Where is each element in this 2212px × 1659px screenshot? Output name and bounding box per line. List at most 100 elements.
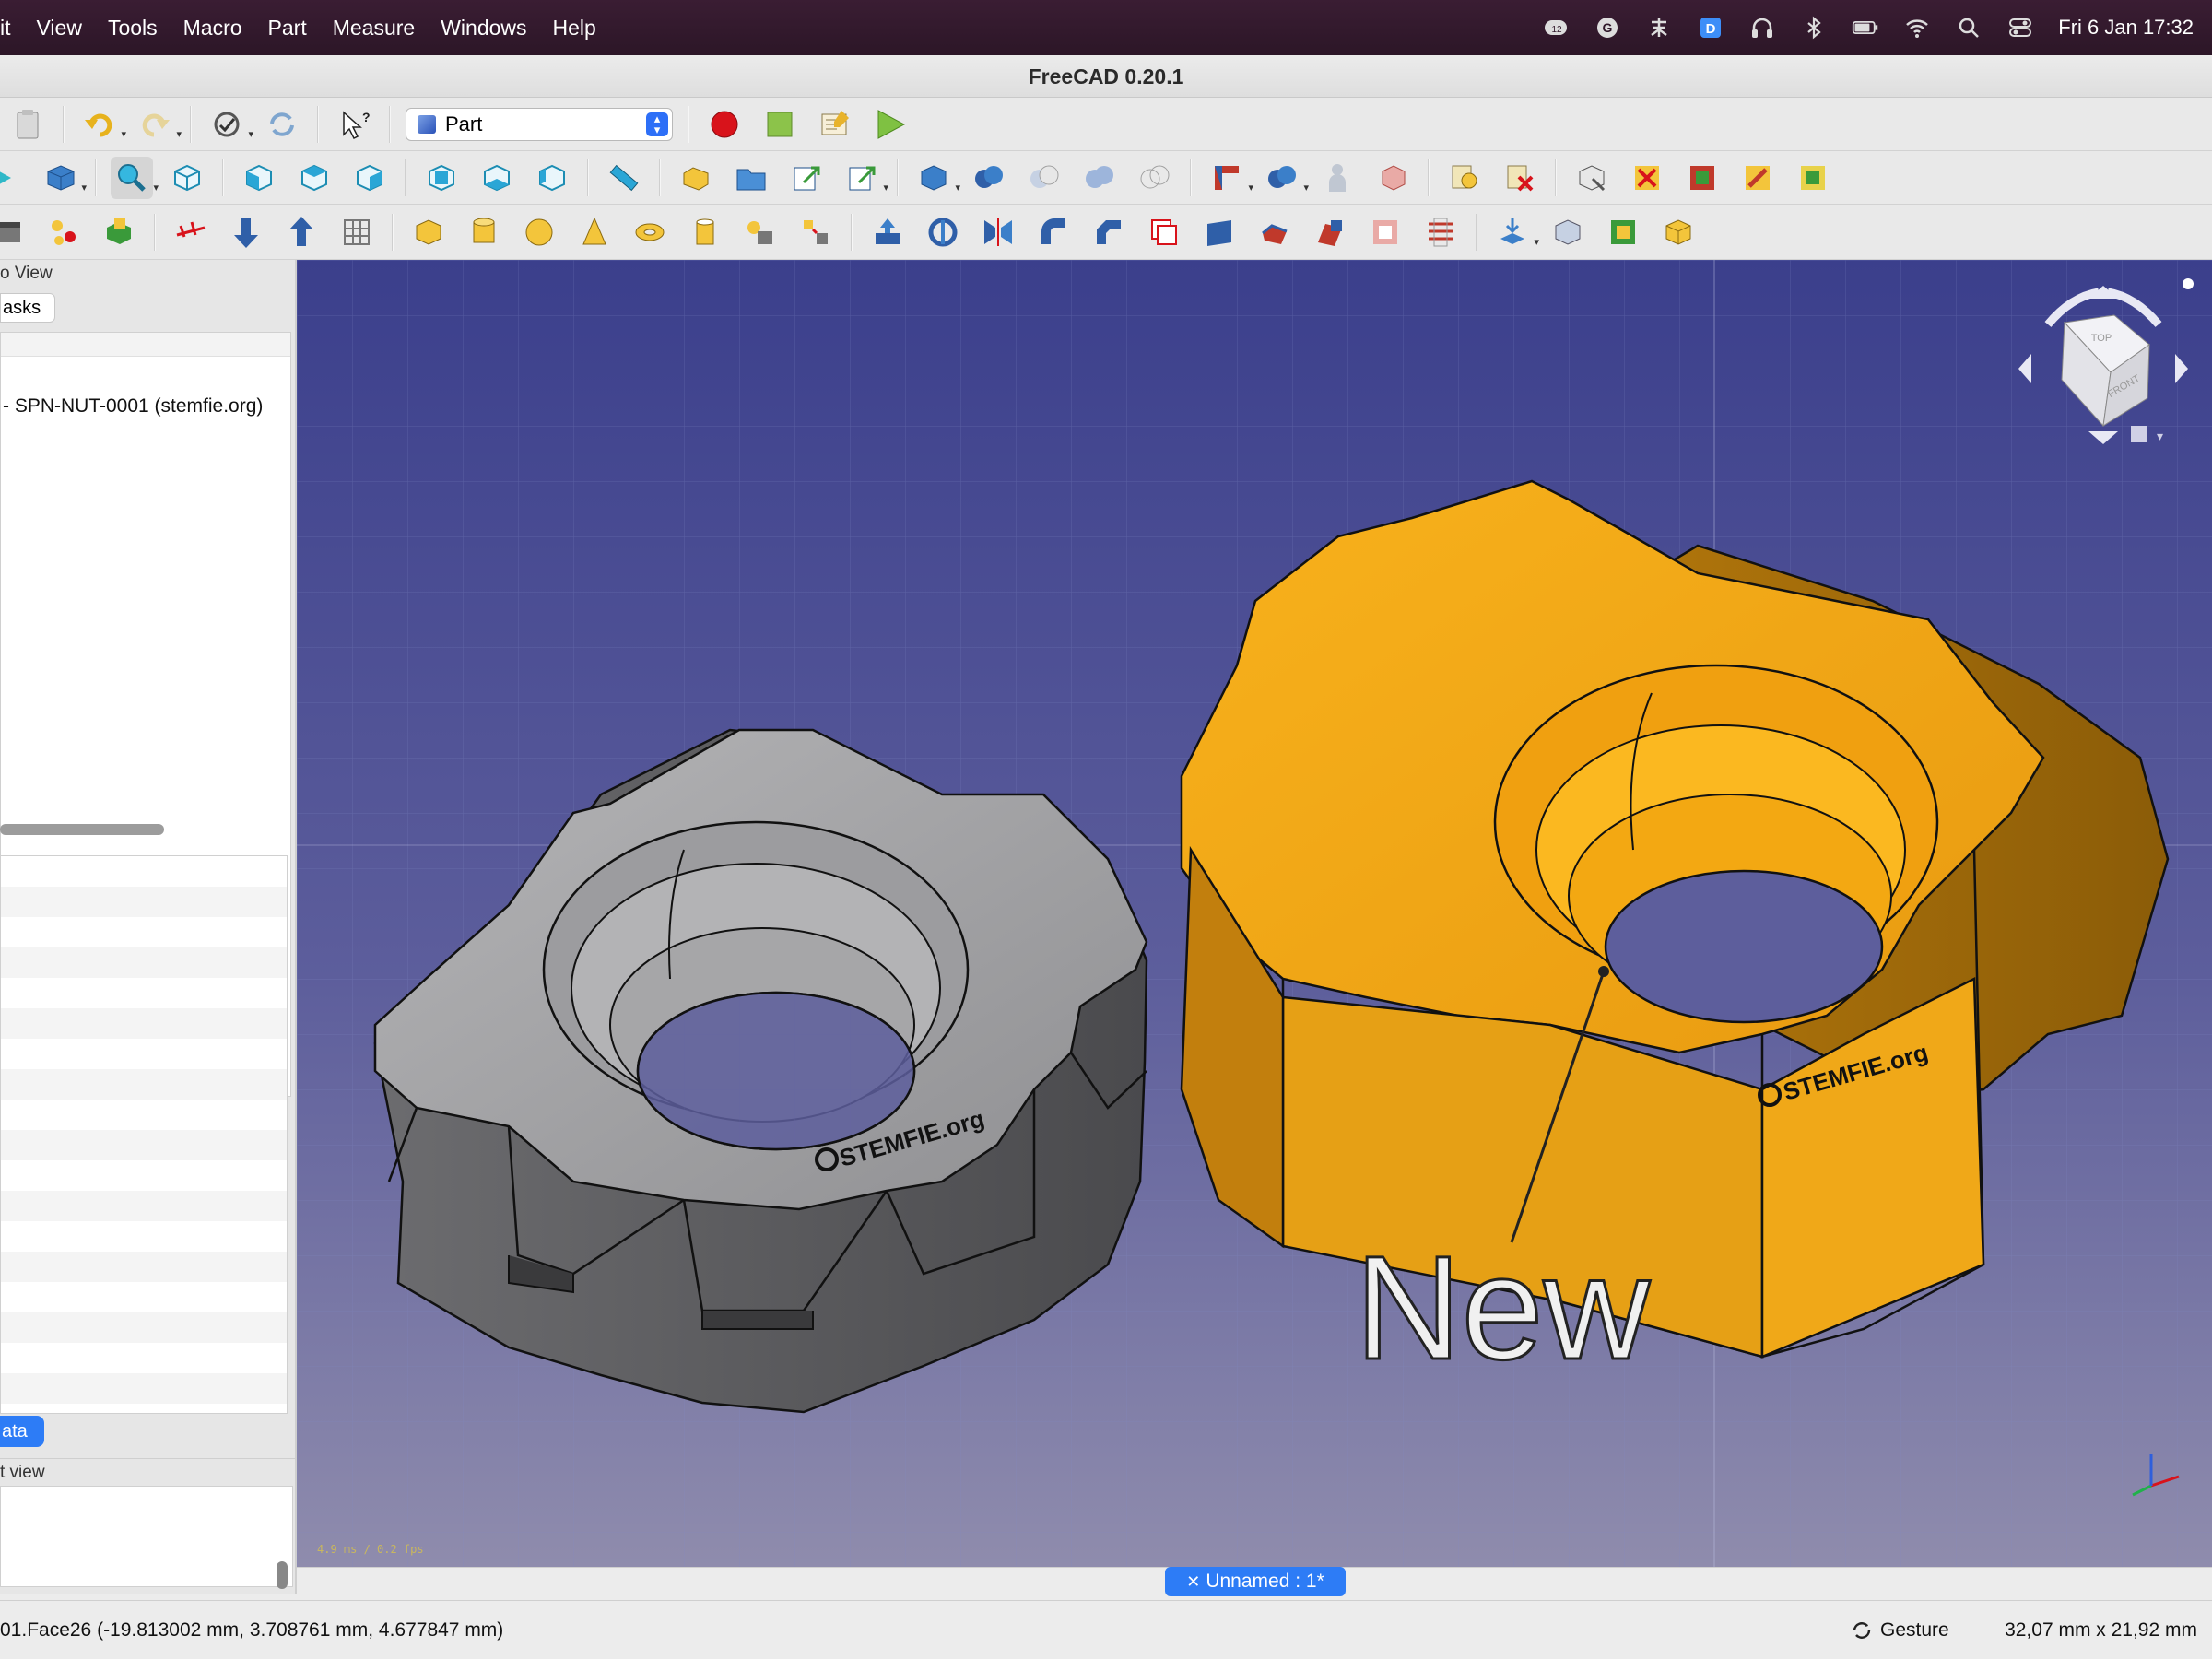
primitives-dialog-icon[interactable] bbox=[739, 211, 782, 253]
refresh-icon[interactable]: ▾ bbox=[206, 103, 253, 146]
create-cone-icon[interactable] bbox=[573, 211, 616, 253]
create-box-icon[interactable] bbox=[407, 211, 450, 253]
compound-icon[interactable] bbox=[1316, 157, 1359, 199]
right-view-icon[interactable] bbox=[348, 157, 391, 199]
grid-icon[interactable] bbox=[335, 211, 378, 253]
property-row[interactable] bbox=[1, 856, 287, 887]
tree-item-document[interactable]: - SPN-NUT-0001 (stemfie.org) bbox=[3, 395, 263, 418]
offset-icon[interactable]: ▾ bbox=[1491, 211, 1539, 253]
isometric-view-icon[interactable] bbox=[166, 157, 208, 199]
property-row[interactable] bbox=[1, 1069, 287, 1100]
stop-macro-icon[interactable] bbox=[759, 103, 801, 146]
recompute-icon[interactable] bbox=[261, 103, 303, 146]
cut-icon[interactable] bbox=[1023, 157, 1065, 199]
notification-icon[interactable]: 12 bbox=[1542, 14, 1570, 41]
property-row[interactable] bbox=[1, 978, 287, 1008]
paste-icon[interactable] bbox=[6, 103, 49, 146]
primitives-icon[interactable] bbox=[0, 211, 29, 253]
left-view-icon[interactable] bbox=[531, 157, 573, 199]
measure-angular-icon[interactable] bbox=[1499, 157, 1541, 199]
boolean-icon[interactable] bbox=[968, 157, 1010, 199]
extrude-2-icon[interactable] bbox=[866, 211, 909, 253]
redo-icon[interactable]: ▾ bbox=[134, 103, 182, 146]
join-icon[interactable]: ▾ bbox=[1206, 157, 1253, 199]
nav-arrow-down-icon[interactable] bbox=[2088, 431, 2118, 444]
projection-icon[interactable] bbox=[1602, 211, 1644, 253]
link-icon[interactable] bbox=[785, 157, 828, 199]
property-row[interactable] bbox=[1, 1312, 287, 1343]
mirror-icon[interactable] bbox=[170, 211, 212, 253]
undo-icon[interactable]: ▾ bbox=[78, 103, 126, 146]
property-row[interactable] bbox=[1, 1130, 287, 1160]
wifi-icon[interactable] bbox=[1903, 14, 1931, 41]
menu-help[interactable]: Help bbox=[540, 0, 609, 55]
split-icon[interactable]: ▾ bbox=[1261, 157, 1309, 199]
nav-arrow-left-icon[interactable] bbox=[2018, 354, 2031, 383]
rear-view-icon[interactable] bbox=[420, 157, 463, 199]
navigation-style-selector[interactable]: Gesture bbox=[1851, 1619, 1949, 1641]
menu-measure[interactable]: Measure bbox=[320, 0, 428, 55]
property-row[interactable] bbox=[1, 1373, 287, 1404]
mirror-2-icon[interactable] bbox=[977, 211, 1019, 253]
shape-builder-2-icon[interactable] bbox=[794, 211, 837, 253]
move-up-icon[interactable] bbox=[280, 211, 323, 253]
chamfer-icon[interactable] bbox=[1088, 211, 1130, 253]
common-icon[interactable] bbox=[1134, 157, 1176, 199]
fuse-icon[interactable] bbox=[1078, 157, 1121, 199]
property-row[interactable] bbox=[1, 1100, 287, 1130]
make-face-icon[interactable] bbox=[1143, 211, 1185, 253]
top-view-icon[interactable] bbox=[293, 157, 335, 199]
record-macro-icon[interactable] bbox=[703, 103, 746, 146]
d-app-icon[interactable]: D bbox=[1697, 14, 1724, 41]
measure-toggle-icon[interactable] bbox=[1626, 157, 1668, 199]
menu-windows[interactable]: Windows bbox=[428, 0, 539, 55]
loft-icon[interactable] bbox=[1253, 211, 1296, 253]
nav-arrow-right-icon[interactable] bbox=[2175, 354, 2188, 383]
tree-horizontal-scrollbar[interactable] bbox=[0, 824, 164, 835]
3d-viewport[interactable]: STEMFIE.org STEMFIE.org New 4.9 ms / 0.2… bbox=[297, 260, 2212, 1567]
measure-clear-icon[interactable] bbox=[1571, 157, 1613, 199]
tab-data[interactable]: ata bbox=[0, 1416, 44, 1447]
property-row[interactable] bbox=[1, 1191, 287, 1221]
property-row[interactable] bbox=[1, 1008, 287, 1039]
measure-refresh-icon[interactable] bbox=[1792, 157, 1834, 199]
property-row[interactable] bbox=[1, 1160, 287, 1191]
shape-builder-icon[interactable] bbox=[42, 211, 85, 253]
property-row[interactable] bbox=[1, 1343, 287, 1373]
sweep-icon[interactable] bbox=[1309, 211, 1351, 253]
nav-close-icon[interactable] bbox=[2183, 278, 2194, 289]
property-row[interactable] bbox=[1, 1039, 287, 1069]
edit-macro-icon[interactable] bbox=[814, 103, 856, 146]
close-icon[interactable]: ✕ bbox=[1186, 1572, 1200, 1591]
bottom-view-icon[interactable] bbox=[476, 157, 518, 199]
menu-part[interactable]: Part bbox=[255, 0, 320, 55]
link-actions-icon[interactable]: ▾ bbox=[841, 157, 888, 199]
measure-linear-icon[interactable] bbox=[1443, 157, 1486, 199]
move-down-icon[interactable] bbox=[225, 211, 267, 253]
property-row[interactable] bbox=[1, 917, 287, 947]
create-cylinder-icon[interactable] bbox=[463, 211, 505, 253]
property-row[interactable] bbox=[1, 1282, 287, 1312]
report-view-scrollbar[interactable] bbox=[276, 1561, 288, 1589]
bluetooth-icon[interactable] bbox=[1800, 14, 1828, 41]
part-icon[interactable] bbox=[675, 157, 717, 199]
std-views-icon[interactable] bbox=[0, 157, 26, 199]
document-tab[interactable]: ✕ Unnamed : 1* bbox=[1165, 1567, 1346, 1596]
attachment-icon[interactable] bbox=[1657, 211, 1700, 253]
measure-delta-icon[interactable] bbox=[1736, 157, 1779, 199]
front-view-icon[interactable] bbox=[238, 157, 280, 199]
box-selection-icon[interactable]: ▾ bbox=[912, 157, 960, 199]
menu-macro[interactable]: Macro bbox=[171, 0, 255, 55]
box-view-menu-icon[interactable]: ▾ bbox=[39, 157, 87, 199]
create-torus-icon[interactable] bbox=[629, 211, 671, 253]
create-tube-icon[interactable] bbox=[684, 211, 726, 253]
measure-3d-icon[interactable] bbox=[1681, 157, 1724, 199]
section-2-icon[interactable] bbox=[1364, 211, 1406, 253]
whats-this-icon[interactable]: ? bbox=[333, 103, 375, 146]
property-row[interactable] bbox=[1, 887, 287, 917]
revolve-icon[interactable] bbox=[922, 211, 964, 253]
navigation-cube[interactable]: TOP FRONT ▾ bbox=[2011, 269, 2195, 453]
extrude-icon[interactable] bbox=[98, 211, 140, 253]
cross-sections-icon[interactable] bbox=[1419, 211, 1462, 253]
create-sphere-icon[interactable] bbox=[518, 211, 560, 253]
